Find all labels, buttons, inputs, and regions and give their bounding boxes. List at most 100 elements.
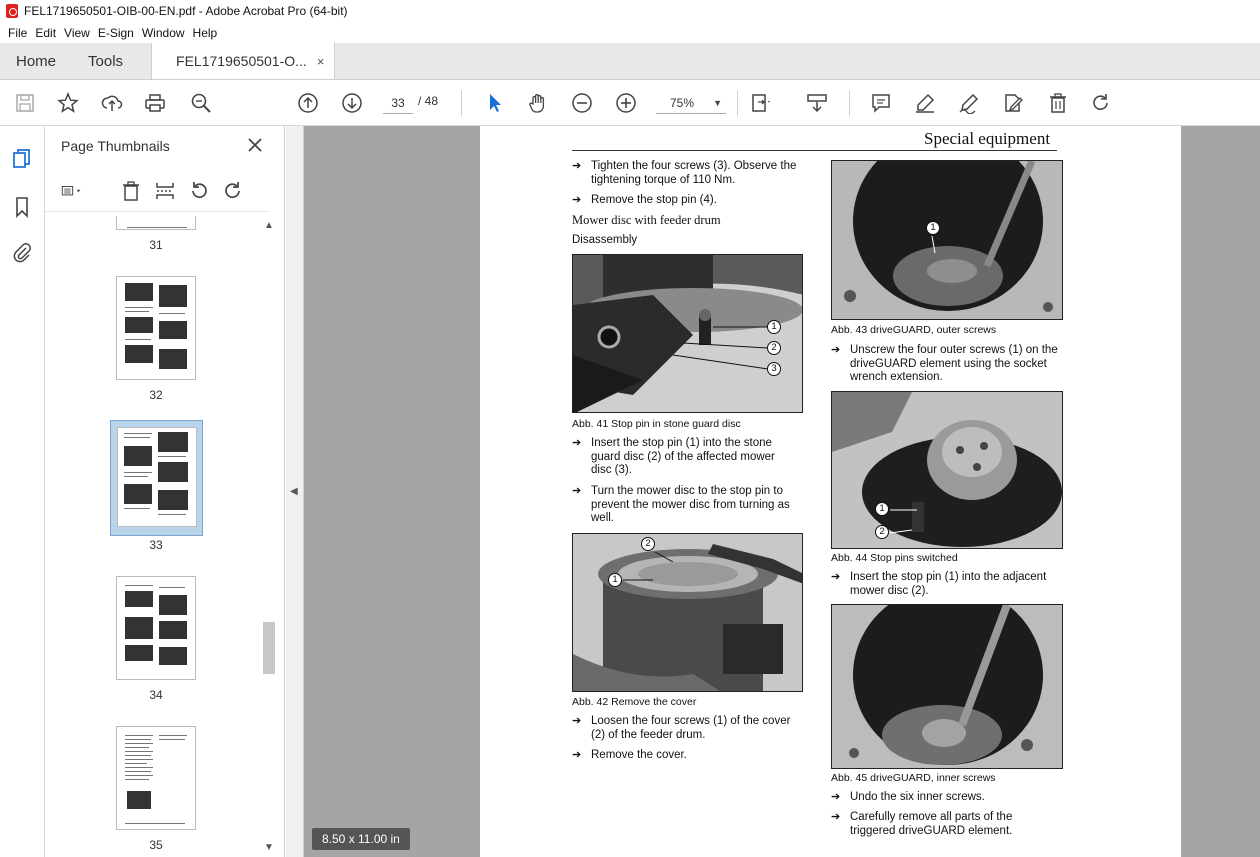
header-rule: [572, 150, 1057, 151]
tab-document[interactable]: FEL1719650501-O... ×: [151, 43, 336, 79]
insert-icon[interactable]: [154, 180, 176, 202]
rotate-right-icon[interactable]: [222, 180, 244, 202]
attachment-icon[interactable]: [11, 241, 33, 263]
page-number-input[interactable]: 33: [383, 92, 413, 114]
menu-window[interactable]: Window: [142, 26, 191, 40]
page-up-icon[interactable]: [297, 92, 319, 114]
toolbar-divider: [849, 90, 850, 116]
tab-close-icon[interactable]: ×: [317, 54, 325, 69]
highlight-icon[interactable]: [914, 92, 936, 114]
instruction-step: Remove the stop pin (4).: [572, 194, 797, 208]
print-icon[interactable]: [144, 92, 166, 114]
options-icon[interactable]: [61, 180, 95, 202]
sub-heading: Disassembly: [572, 234, 638, 246]
chevron-left-icon: ◀: [290, 486, 298, 497]
figure-43-photo: 1: [831, 160, 1063, 320]
zoom-value: 75%: [670, 96, 695, 110]
star-icon[interactable]: [57, 92, 79, 114]
edit-icon[interactable]: [1002, 92, 1024, 114]
figure-caption: Abb. 44 Stop pins switched: [831, 552, 958, 564]
sign-icon[interactable]: [958, 92, 980, 114]
page-thumbnails-panel: Page Thumbnails 31 32 33 34 35 ▲ ▼: [45, 126, 285, 857]
callout-marker: 2: [767, 341, 781, 355]
thumbnail-page: [117, 427, 197, 527]
figure-41-photo: 1 2 3: [572, 254, 803, 413]
page-down-icon[interactable]: [341, 92, 363, 114]
main-toolbar: 33 / 48 75% ▼: [0, 80, 1260, 126]
thumbnail-label: 34: [149, 688, 163, 702]
thumbnail-label: 35: [149, 838, 163, 852]
callout-marker: 1: [767, 320, 781, 334]
menu-view[interactable]: View: [64, 26, 96, 40]
scroll-mode-icon[interactable]: [806, 92, 828, 114]
thumbnail-label: 32: [149, 388, 163, 402]
menu-esign[interactable]: E-Sign: [98, 26, 140, 40]
rotate-left-icon[interactable]: [188, 180, 210, 202]
callout-marker: 1: [608, 573, 622, 587]
page-total: / 48: [418, 94, 439, 108]
callout-marker: 2: [641, 537, 655, 551]
instruction-step: Turn the mower disc to the stop pin to p…: [572, 485, 797, 526]
menu-bar: File Edit View E-Sign Window Help: [0, 22, 1260, 43]
instruction-step: Carefully remove all parts of the trigge…: [831, 811, 1036, 838]
instruction-step: Insert the stop pin (1) into the adjacen…: [831, 571, 1059, 598]
navigation-rail: [0, 126, 45, 857]
figure-45-photo: [831, 604, 1063, 769]
zoom-in-icon[interactable]: [615, 92, 637, 114]
comment-icon[interactable]: [870, 92, 892, 114]
tab-bar: Home Tools FEL1719650501-O... ×: [0, 43, 1260, 80]
toolbar-divider: [737, 90, 738, 116]
menu-file[interactable]: File: [8, 26, 33, 40]
toolbar-divider: [461, 90, 462, 116]
zoom-out-icon[interactable]: [571, 92, 593, 114]
chevron-down-icon[interactable]: ▼: [264, 842, 274, 853]
instruction-step: Remove the cover.: [572, 749, 797, 763]
tab-tools[interactable]: Tools: [72, 43, 139, 79]
figure-caption: Abb. 41 Stop pin in stone guard disc: [572, 418, 741, 430]
delete-icon[interactable]: [1047, 92, 1069, 114]
figure-42-photo: 2 1: [572, 533, 803, 692]
instruction-step: Undo the six inner screws.: [831, 791, 1059, 805]
zoom-search-icon[interactable]: [190, 92, 212, 114]
chevron-up-icon[interactable]: ▲: [264, 220, 274, 231]
scrollbar-thumb[interactable]: [263, 622, 275, 674]
callout-marker: 2: [875, 525, 889, 539]
pdf-page: Special equipment Tighten the four screw…: [480, 126, 1181, 857]
hand-icon[interactable]: [527, 92, 549, 114]
thumbnail-page[interactable]: [116, 576, 196, 680]
tab-home[interactable]: Home: [0, 43, 72, 79]
title-bar: FEL1719650501-OIB-00-EN.pdf - Adobe Acro…: [0, 0, 1260, 22]
thumbnail-page[interactable]: [116, 276, 196, 380]
select-cursor-icon[interactable]: [484, 92, 506, 114]
save-icon[interactable]: [14, 92, 36, 114]
panel-collapse-handle[interactable]: ◀: [286, 126, 304, 857]
panel-title: Page Thumbnails: [61, 138, 170, 154]
page-size-indicator: 8.50 x 11.00 in: [312, 828, 410, 850]
thumbnail-selected[interactable]: [110, 420, 203, 536]
menu-edit[interactable]: Edit: [35, 26, 62, 40]
callout-marker: 3: [767, 362, 781, 376]
thumbnail-list: 31 32 33 34 35: [45, 216, 260, 857]
bookmark-icon[interactable]: [11, 196, 33, 218]
thumbnail-label: 33: [149, 538, 163, 552]
zoom-select[interactable]: 75% ▼: [656, 92, 726, 114]
figure-caption: Abb. 42 Remove the cover: [572, 696, 697, 708]
thumbnail-toolbar: [45, 172, 269, 212]
tab-document-label: FEL1719650501-O...: [176, 53, 307, 69]
close-icon[interactable]: [246, 136, 264, 154]
delete-icon[interactable]: [120, 180, 142, 202]
instruction-step: Insert the stop pin (1) into the stone g…: [572, 437, 797, 478]
callout-marker: 1: [926, 221, 940, 235]
upload-icon[interactable]: [101, 92, 123, 114]
figure-caption: Abb. 45 driveGUARD, inner screws: [831, 772, 996, 784]
thumbnail-page[interactable]: [116, 216, 196, 230]
instruction-step: Loosen the four screws (1) of the cover …: [572, 715, 797, 742]
redo-icon[interactable]: [1090, 92, 1112, 114]
document-view[interactable]: Special equipment Tighten the four screw…: [304, 126, 1260, 857]
thumbnail-page[interactable]: [116, 726, 196, 830]
pages-icon[interactable]: [11, 148, 33, 170]
thumbnail-scrollbar[interactable]: ▲ ▼: [261, 216, 275, 857]
fit-page-icon[interactable]: [750, 92, 772, 114]
window-title: FEL1719650501-OIB-00-EN.pdf - Adobe Acro…: [24, 4, 348, 18]
menu-help[interactable]: Help: [193, 26, 224, 40]
